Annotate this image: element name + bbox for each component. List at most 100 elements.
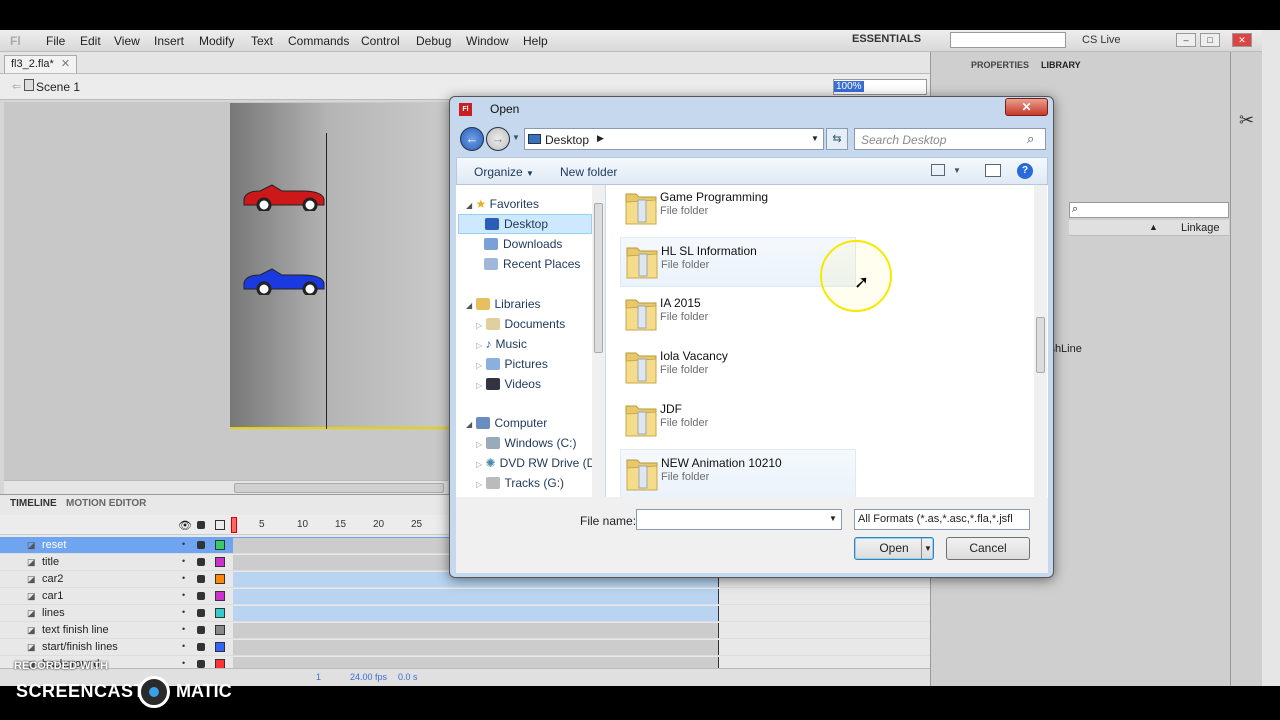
library-search-input[interactable]: ⌕ [1069,202,1229,218]
visibility-dot-icon[interactable]: • [182,658,185,668]
folder-item[interactable]: Game Programming File folder [620,185,856,234]
nav-windows-c[interactable]: ▷ Windows (C:) [476,436,577,450]
layer-name[interactable]: title [42,556,59,568]
folder-item[interactable]: JDF File folder [620,396,856,446]
preview-pane-icon[interactable] [985,164,1001,177]
nav-documents[interactable]: ▷ Documents [476,317,565,331]
layer-name[interactable]: reset [42,539,66,551]
lock-icon[interactable] [197,558,205,566]
nav-recent-places[interactable]: Recent Places [484,257,580,271]
layer-frames[interactable] [233,606,719,621]
back-button[interactable]: ← [460,127,484,151]
stage-horizontal-scrollbar[interactable] [4,480,448,494]
tab-close-icon[interactable]: ✕ [61,58,70,70]
timeline-layer[interactable]: ◪ lines • [0,605,930,622]
tab-timeline[interactable]: TIMELINE [10,498,57,509]
dialog-search-input[interactable]: Search Desktop ⌕ [854,128,1046,150]
menu-file[interactable]: File [46,34,65,48]
browser-vertical-scrollbar[interactable] [1262,30,1280,686]
layer-color-swatch[interactable] [215,642,225,652]
lock-icon[interactable] [197,521,205,529]
maximize-icon[interactable]: □ [1200,33,1220,47]
menu-edit[interactable]: Edit [80,34,101,48]
history-dropdown-icon[interactable]: ▼ [512,133,520,142]
visibility-dot-icon[interactable]: • [182,641,185,651]
open-button[interactable]: Open ▼ [854,537,934,560]
menu-help[interactable]: Help [523,34,548,48]
menu-text[interactable]: Text [251,34,273,48]
sort-arrow-icon[interactable]: ▲ [1149,222,1158,232]
help-icon[interactable]: ? [1017,163,1033,179]
current-frame[interactable]: 1 [316,672,321,682]
computer-group[interactable]: ◢ Computer [466,416,547,430]
timeline-layer[interactable]: ◪ car1 • [0,588,930,605]
eye-icon[interactable]: 👁 [178,519,192,532]
visibility-dot-icon[interactable]: • [182,573,185,583]
menu-insert[interactable]: Insert [154,34,184,48]
blue-car[interactable] [242,265,328,295]
folder-item[interactable]: IA 2015 File folder [620,290,856,340]
address-dropdown-icon[interactable]: ▼ [811,134,819,143]
outline-icon[interactable] [215,520,225,530]
visibility-dot-icon[interactable]: • [182,607,185,617]
dialog-close-button[interactable]: ✕ [1005,98,1048,116]
view-dropdown-icon[interactable]: ▼ [953,166,961,175]
layer-name[interactable]: text finish line [42,624,109,636]
layer-frames[interactable] [233,623,719,638]
layer-color-swatch[interactable] [215,591,225,601]
nav-downloads[interactable]: Downloads [484,237,562,251]
breadcrumb-arrow-icon[interactable]: ▶ [597,133,604,144]
tab-motion-editor[interactable]: MOTION EDITOR [66,498,146,509]
new-folder-button[interactable]: New folder [560,165,617,179]
visibility-dot-icon[interactable]: • [182,539,185,549]
nav-tracks-g[interactable]: ▷ Tracks (G:) [476,476,564,490]
lock-icon[interactable] [197,575,205,583]
view-options-icon[interactable] [931,164,945,176]
refresh-button[interactable]: ⇆ [826,128,848,150]
layer-name[interactable]: lines [42,607,65,619]
favorites-group[interactable]: ◢ ★ Favorites [466,197,539,211]
file-name-dropdown-icon[interactable]: ▼ [829,514,837,523]
cs-live-button[interactable]: CS Live [1082,34,1121,46]
timeline-layer[interactable]: ◪ start/finish lines • [0,639,930,656]
nav-music[interactable]: ▷ ♪ Music [476,337,527,351]
libraries-group[interactable]: ◢ Libraries [466,297,541,311]
menu-window[interactable]: Window [466,34,509,48]
menu-debug[interactable]: Debug [416,34,451,48]
open-dropdown-icon[interactable]: ▼ [921,538,934,559]
tab-library[interactable]: LIBRARY [1041,60,1081,70]
nav-desktop[interactable]: Desktop [458,214,592,234]
organize-button[interactable]: Organize ▼ [474,165,534,179]
nav-dvd-drive[interactable]: ▷ ✺ DVD RW Drive (D [476,456,595,470]
visibility-dot-icon[interactable]: • [182,590,185,600]
layer-frames[interactable] [233,640,719,655]
nav-pictures[interactable]: ▷ Pictures [476,357,548,371]
frame-rate[interactable]: 24.00 fps [350,672,387,682]
linkage-header[interactable]: Linkage [1181,222,1220,234]
folder-item[interactable]: Iola Vacancy File folder [620,343,856,393]
stage[interactable] [230,103,480,429]
close-icon[interactable]: ✕ [1232,33,1252,47]
layer-name[interactable]: car2 [42,573,63,585]
lock-icon[interactable] [197,592,205,600]
file-name-input[interactable]: ▼ [636,509,842,530]
folder-item[interactable]: NEW Animation 10210 File folder [620,449,856,497]
layer-color-swatch[interactable] [215,574,225,584]
forward-button[interactable]: → [486,127,510,151]
address-bar[interactable]: Desktop ▶ ▼ [524,128,824,150]
layer-name[interactable]: start/finish lines [42,641,118,653]
lock-icon[interactable] [197,609,205,617]
lock-icon[interactable] [197,626,205,634]
red-car[interactable] [242,181,328,211]
lock-icon[interactable] [197,660,205,668]
nav-pane-scrollbar[interactable] [592,185,605,497]
visibility-dot-icon[interactable]: • [182,624,185,634]
visibility-dot-icon[interactable]: • [182,556,185,566]
layer-color-swatch[interactable] [215,625,225,635]
workspace-switcher[interactable]: ESSENTIALS [852,33,921,45]
menu-modify[interactable]: Modify [199,34,234,48]
lock-icon[interactable] [197,541,205,549]
document-tab[interactable]: fl3_2.fla* ✕ [4,55,78,73]
help-search-input[interactable] [950,32,1066,48]
scene-label[interactable]: Scene 1 [36,80,80,94]
